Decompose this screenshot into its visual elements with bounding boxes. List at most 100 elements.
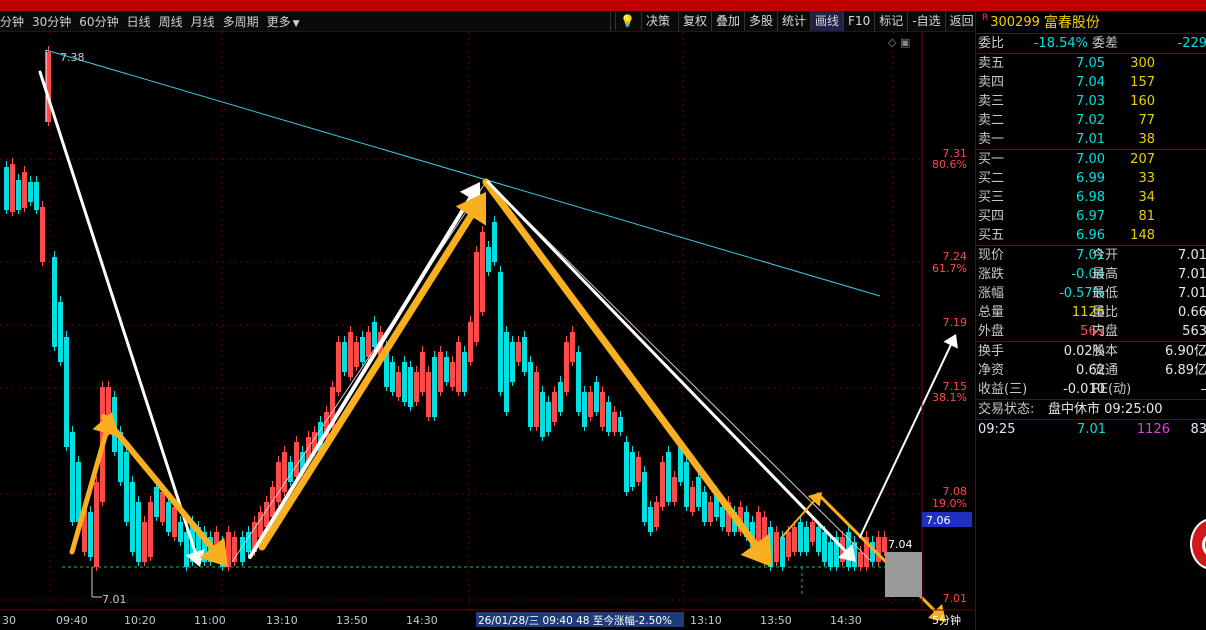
candle-body (534, 372, 539, 427)
draw-line-button[interactable]: 画线 (810, 11, 844, 31)
sell-level-row: 卖一 7.01 38 (976, 130, 1206, 149)
candle-body (546, 402, 551, 432)
tab-monthly[interactable]: 月线 (191, 13, 215, 30)
candle-body (34, 182, 39, 210)
buy-level-price: 6.98 (1076, 190, 1105, 205)
candle-body (142, 522, 147, 562)
decision-button[interactable]: 💡 决策 (610, 11, 678, 31)
sell-level-label: 卖三 (978, 94, 1005, 109)
time-label: 14:30 (830, 614, 862, 627)
tab-minute[interactable]: 分钟 (0, 13, 24, 30)
candlestick-chart[interactable]: 7.31 80.6% 7.24 61.7% 7.19 7.15 38.1% 7.… (0, 32, 974, 630)
candle-body (792, 527, 797, 552)
candle-body (456, 342, 461, 392)
sell-level-label: 卖二 (978, 113, 1005, 128)
candle-body (160, 492, 165, 522)
candle-body (672, 477, 677, 502)
buy-level-label: 买一 (978, 152, 1005, 167)
f10-button[interactable]: F10 (843, 11, 874, 31)
buy-level-row: 买四 6.97 81 (976, 207, 1206, 226)
time-label: 10:20 (124, 614, 156, 627)
candle-body (828, 542, 833, 567)
time-label: 13:10 (266, 614, 298, 627)
candle-body (130, 482, 135, 552)
chart-settings-icon[interactable]: ◇ ▣ (888, 36, 910, 49)
stat-row-label: 涨幅 (978, 286, 1005, 301)
candle-body (816, 527, 821, 552)
stat-row: 净资 0.62 流通 6.89亿 (976, 361, 1206, 380)
buy-level-label: 买五 (978, 228, 1005, 243)
tab-weekly[interactable]: 周线 (159, 13, 183, 30)
stat-row-label2: 量比 (1092, 305, 1119, 320)
period-label[interactable]: 5分钟 (932, 613, 961, 627)
mark-button[interactable]: 标记 (874, 11, 907, 31)
stat-row-label: 收益(三) (978, 382, 1028, 397)
buy-level-price: 7.00 (1076, 152, 1105, 167)
weicha-label: 委差 (1092, 36, 1119, 51)
stat-row-value2: 7.01 (1178, 286, 1206, 301)
candle-body (184, 532, 189, 567)
stat-row-label: 换手 (978, 344, 1005, 359)
sell-level-volume: 160 (1130, 94, 1155, 109)
candle-body (660, 462, 665, 507)
sell-level-volume: 157 (1130, 75, 1155, 90)
stat-row-label2: 股本 (1092, 344, 1119, 359)
candle-body (588, 392, 593, 417)
candle-body (684, 462, 689, 507)
stat-row-label2: 今开 (1092, 248, 1119, 263)
r-badge: R (982, 13, 989, 23)
period-tabs: 分钟 30分钟 60分钟 日线 周线 月线 多周期 更多 ▼ (0, 11, 308, 31)
tab-multi-period[interactable]: 多周期 (223, 13, 259, 30)
quote-panel: R 300299 富春股份 委比 -18.54% 委差 -229 卖五 7.05 3… (975, 11, 1206, 630)
candle-body (22, 172, 27, 208)
axis-price-label: 7.01 (943, 592, 968, 605)
candle-body (786, 532, 791, 557)
buy-level-row: 买五 6.96 148 (976, 226, 1206, 245)
candle-body (498, 272, 503, 392)
overlay-button[interactable]: 叠加 (710, 11, 744, 31)
stat-row-value2: 6.89亿 (1165, 363, 1206, 378)
sell-level-label: 卖五 (978, 56, 1005, 71)
candle-body (402, 362, 407, 402)
chart-toolbar: 分钟 30分钟 60分钟 日线 周线 月线 多周期 更多 ▼ 💡 决策 复权 叠加 … (0, 11, 974, 32)
sell-level-price: 7.05 (1076, 56, 1105, 71)
candle-body (414, 372, 419, 402)
candle-body (492, 222, 497, 262)
multi-stock-button[interactable]: 多股 (744, 11, 777, 31)
candle-body (450, 362, 455, 387)
buy-level-volume: 33 (1138, 171, 1155, 186)
candle-body (432, 357, 437, 417)
candle-body (504, 332, 509, 412)
candle-body (462, 352, 467, 392)
restore-rights-button[interactable]: 复权 (677, 11, 711, 31)
time-label: 13:10 (690, 614, 722, 627)
candle-body (822, 532, 827, 562)
trend-line (45, 49, 881, 297)
tab-daily[interactable]: 日线 (127, 13, 151, 30)
statistics-button[interactable]: 统计 (777, 11, 810, 31)
candle-body (696, 477, 701, 507)
candle-body (858, 552, 863, 567)
candle-body (522, 337, 527, 372)
tick-extra: 83 (1190, 422, 1206, 437)
tab-30min[interactable]: 30分钟 (32, 13, 71, 30)
buy-level-price: 6.99 (1076, 171, 1105, 186)
candle-body (372, 322, 377, 347)
candle-body (28, 182, 33, 202)
candle-body (804, 527, 809, 552)
tab-more[interactable]: 更多 ▼ (267, 13, 300, 30)
candle-body (396, 372, 401, 397)
back-button[interactable]: 返回 (944, 11, 978, 31)
chevron-down-icon: ▼ (292, 18, 300, 29)
tick-price: 7.01 (1077, 422, 1106, 437)
watchlist-button[interactable]: -自选 (907, 11, 944, 31)
sell-level-price: 7.02 (1076, 113, 1105, 128)
weibi-label: 委比 (978, 36, 1005, 51)
candle-body (40, 207, 45, 262)
candle-body (336, 342, 341, 392)
tab-60min[interactable]: 60分钟 (79, 13, 118, 30)
candle-body (354, 342, 359, 367)
stat-row-value2: 7.01 (1178, 248, 1206, 263)
candle-body (16, 180, 21, 210)
candle-body (486, 247, 491, 272)
